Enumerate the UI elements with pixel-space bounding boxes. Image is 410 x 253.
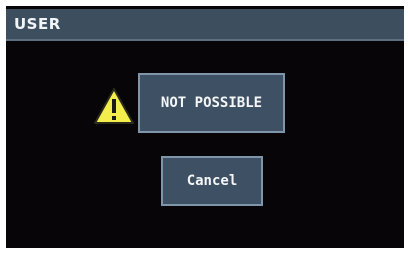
message-box: NOT POSSIBLE (138, 73, 285, 133)
device-screen: USER NOT POSSIBLE Cancel (6, 6, 404, 248)
warning-triangle-icon (94, 88, 134, 124)
cancel-button[interactable]: Cancel (161, 156, 263, 206)
cancel-button-label: Cancel (186, 173, 238, 189)
title-bar: USER (6, 9, 404, 41)
message-text: NOT POSSIBLE (160, 95, 263, 111)
window-title: USER (14, 15, 61, 33)
